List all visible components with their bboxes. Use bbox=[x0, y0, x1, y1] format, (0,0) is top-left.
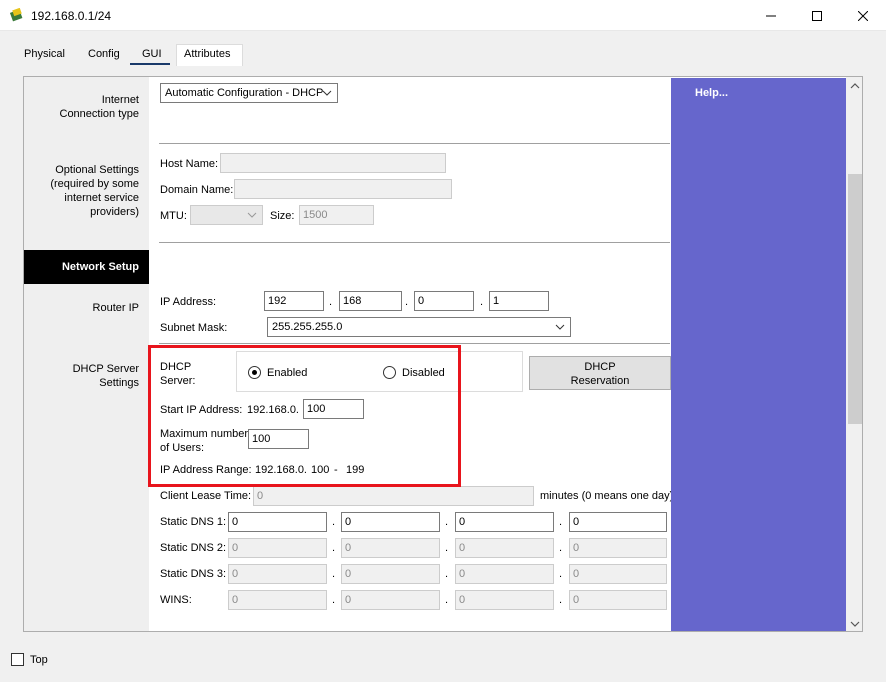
dns3-octet-1-input[interactable]: 0 bbox=[228, 564, 327, 584]
subnet-mask-select[interactable]: 255.255.255.0 bbox=[267, 317, 571, 337]
octet-separator: . bbox=[332, 542, 336, 554]
dns2-octet-1-input[interactable]: 0 bbox=[228, 538, 327, 558]
mtu-select[interactable] bbox=[190, 205, 263, 225]
dns1-octet-1-input[interactable]: 0 bbox=[228, 512, 327, 532]
close-icon bbox=[858, 10, 868, 21]
ip-octet-4-input[interactable]: 1 bbox=[489, 291, 549, 311]
domain-name-label: Domain Name: bbox=[160, 184, 234, 196]
client-lease-input[interactable]: 0 bbox=[253, 486, 534, 506]
chevron-up-icon[interactable] bbox=[850, 82, 860, 90]
client-lease-label: Client Lease Time: bbox=[160, 490, 252, 502]
highlight-annotation bbox=[148, 345, 461, 487]
ip-octet-2-input[interactable]: 168 bbox=[339, 291, 402, 311]
client-lease-suffix: minutes (0 means one day) bbox=[540, 490, 674, 502]
window-title: 192.168.0.1/24 bbox=[31, 9, 112, 23]
maximize-icon bbox=[812, 10, 822, 21]
wins-label: WINS: bbox=[160, 594, 192, 606]
wins-octet-3-input[interactable]: 0 bbox=[455, 590, 554, 610]
chevron-down-icon bbox=[247, 212, 257, 218]
dns1-octet-4-input[interactable]: 0 bbox=[569, 512, 667, 532]
network-setup-title: Network Setup bbox=[61, 261, 139, 273]
help-panel: Help... bbox=[671, 78, 846, 631]
domain-name-input[interactable] bbox=[234, 179, 452, 199]
tab-attributes[interactable]: Attributes bbox=[184, 44, 230, 66]
ip-address-label: IP Address: bbox=[160, 296, 217, 308]
octet-separator: . bbox=[559, 542, 563, 554]
wins-octet-1-input[interactable]: 0 bbox=[228, 590, 327, 610]
host-name-label: Host Name: bbox=[160, 158, 219, 170]
octet-separator: . bbox=[405, 296, 409, 308]
connection-type-select[interactable]: Automatic Configuration - DHCP bbox=[160, 83, 338, 103]
chevron-down-icon bbox=[555, 324, 565, 330]
label-internet-connection-type: Internet Connection type bbox=[59, 94, 140, 120]
divider bbox=[159, 242, 670, 243]
octet-separator: . bbox=[480, 296, 484, 308]
wins-octet-4-input[interactable]: 0 bbox=[569, 590, 667, 610]
dns2-octet-2-input[interactable]: 0 bbox=[341, 538, 440, 558]
subnet-mask-label: Subnet Mask: bbox=[160, 322, 228, 334]
tab-physical[interactable]: Physical bbox=[24, 44, 65, 66]
octet-separator: . bbox=[559, 568, 563, 580]
connection-type-value: Automatic Configuration - DHCP bbox=[165, 87, 324, 99]
dns1-octet-2-input[interactable]: 0 bbox=[341, 512, 440, 532]
top-checkbox-label: Top bbox=[30, 654, 48, 666]
title-bar: 192.168.0.1/24 bbox=[0, 0, 886, 31]
label-optional-settings: Optional Settings (required by some inte… bbox=[50, 164, 139, 218]
minimize-button[interactable] bbox=[748, 0, 794, 31]
octet-separator: . bbox=[445, 516, 449, 528]
top-checkbox[interactable] bbox=[11, 653, 24, 666]
close-button[interactable] bbox=[840, 0, 886, 31]
octet-separator: . bbox=[332, 568, 336, 580]
section-labels-column: Internet Connection type Optional Settin… bbox=[24, 77, 149, 631]
static-dns-1-label: Static DNS 1: bbox=[160, 516, 227, 528]
dhcp-reservation-button[interactable]: DHCP Reservation bbox=[529, 356, 671, 390]
dns3-octet-4-input[interactable]: 0 bbox=[569, 564, 667, 584]
scrollbar-thumb[interactable] bbox=[848, 174, 862, 424]
dns1-octet-3-input[interactable]: 0 bbox=[455, 512, 554, 532]
wins-octet-2-input[interactable]: 0 bbox=[341, 590, 440, 610]
subnet-mask-value: 255.255.255.0 bbox=[272, 321, 343, 333]
active-tab-indicator bbox=[130, 63, 170, 65]
chevron-down-icon bbox=[322, 90, 332, 96]
dns3-octet-2-input[interactable]: 0 bbox=[341, 564, 440, 584]
octet-separator: . bbox=[329, 296, 333, 308]
dns2-octet-4-input[interactable]: 0 bbox=[569, 538, 667, 558]
static-dns-2-label: Static DNS 2: bbox=[160, 542, 227, 554]
size-label: Size: bbox=[270, 210, 295, 222]
mtu-label: MTU: bbox=[160, 210, 187, 222]
help-link[interactable]: Help... bbox=[695, 87, 728, 99]
chevron-down-icon[interactable] bbox=[850, 620, 860, 628]
label-dhcp-server-settings: DHCP Server Settings bbox=[72, 363, 139, 389]
octet-separator: . bbox=[445, 594, 449, 606]
octet-separator: . bbox=[332, 594, 336, 606]
minimize-icon bbox=[766, 15, 776, 16]
ip-octet-1-input[interactable]: 192 bbox=[264, 291, 324, 311]
octet-separator: . bbox=[559, 594, 563, 606]
label-router-ip: Router IP bbox=[92, 302, 139, 314]
tab-config[interactable]: Config bbox=[88, 44, 120, 66]
divider bbox=[159, 143, 670, 144]
dns2-octet-3-input[interactable]: 0 bbox=[455, 538, 554, 558]
maximize-button[interactable] bbox=[794, 0, 840, 31]
host-name-input[interactable] bbox=[220, 153, 446, 173]
size-input[interactable]: 1500 bbox=[299, 205, 374, 225]
static-dns-3-label: Static DNS 3: bbox=[160, 568, 227, 580]
octet-separator: . bbox=[445, 568, 449, 580]
divider bbox=[159, 343, 670, 344]
network-device-icon bbox=[10, 8, 23, 22]
octet-separator: . bbox=[332, 516, 336, 528]
octet-separator: . bbox=[445, 542, 449, 554]
octet-separator: . bbox=[559, 516, 563, 528]
dns3-octet-3-input[interactable]: 0 bbox=[455, 564, 554, 584]
ip-octet-3-input[interactable]: 0 bbox=[414, 291, 474, 311]
vertical-scrollbar[interactable] bbox=[846, 77, 862, 631]
